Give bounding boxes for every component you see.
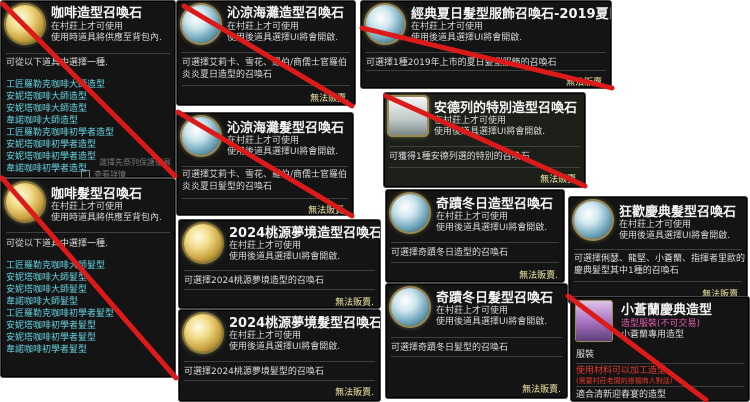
tooltip-carnival-hair-stone: 狂歡慶典髮型召喚石 在村莊上才可使用 使用後道具選擇UI將會開啟. 可選擇俐瑟、…	[568, 196, 748, 304]
usage-note: 使用時道具將供應至背包內.	[51, 33, 162, 43]
equip-slot: 服裝	[576, 350, 595, 360]
view-details-checkbox[interactable]	[81, 170, 90, 177]
list-item: 工匠羅勒克咖啡大師髮型	[6, 261, 106, 271]
item-description: 可從以下道具中選擇一種.	[6, 58, 108, 68]
view-details-label: 查看詳情	[94, 170, 126, 178]
usage-note: 使用後道具選擇UI將會開啟.	[229, 342, 341, 352]
summon-stone-icon	[366, 5, 404, 43]
tooltip-coffee-hair-stone: 咖啡髮型召喚石 在村莊上才可使用 使用時道具將供應至背包內. 可從以下道具中選擇…	[0, 178, 176, 378]
tooltip-freesia-festival-outfit: 小蒼蘭慶典造型 造型服裝(不可交易) 小蒼蘭專用造型 服裝 使用材料可以加工造型…	[570, 296, 750, 402]
list-item: 安妮塔咖啡初學者髮型	[6, 321, 97, 331]
item-description: 可獲得1種安德列選的特別的召喚石	[389, 152, 530, 162]
list-item: 安妮塔咖啡初學者造型	[6, 140, 97, 150]
selectable-item-list: 工匠羅勒克咖啡大師髮型 安妮塔咖啡大師髮型 安妮塔咖啡大師髮型 韋諾咖啡大師髮型…	[6, 260, 114, 356]
no-sale-label: 無法販賣.	[335, 388, 374, 398]
summon-stone-icon	[391, 194, 429, 232]
usage-note: 使用後道具選擇UI將會開啟.	[436, 317, 548, 327]
no-sale-label: 無法販賣.	[310, 94, 349, 104]
list-item: 韋諾咖啡大師造型	[6, 116, 79, 126]
list-item: 安妮塔咖啡初學者造型	[6, 152, 97, 162]
tooltip-classic-summer-2019-stone: 經典夏日髮型服飾召喚石-2019夏日 在村莊上才可使用 使用後道具選擇UI將會開…	[360, 0, 612, 89]
tooltip-summer-beach-outfit-stone: 沁涼海灘造型召喚石 在村莊上才可使用 使用後道具選擇UI將會開啟. 可選擇艾莉卡…	[176, 0, 356, 106]
no-sale-label: 無法販賣.	[522, 385, 561, 395]
item-description: 適合清新迎春宴的造型	[576, 390, 667, 400]
list-item: 安妮塔咖啡大師造型	[6, 92, 88, 102]
list-item: 工匠羅勒克咖啡初學者造型	[6, 128, 115, 138]
processing-note: 使用材料可以加工造型 (需要村莊老闆的搭檔商人對話)	[576, 366, 673, 385]
summon-stone-icon	[574, 201, 612, 239]
tooltip-2024-peach-dream-hair-stone: 2024桃源夢境髮型召喚石 在村莊上才可使用 使用後道具選擇UI將會開啟. 可選…	[178, 309, 381, 402]
list-item: 韋諾咖啡初學者髮型	[6, 345, 88, 355]
tooltip-andre-special-outfit-stone: 安德列的特別造型召喚石 在村莊上才可使用 使用後道具選擇UI將會開啟. 可獲得1…	[383, 92, 586, 188]
no-sale-label: 無法販賣.	[566, 78, 605, 88]
no-sale-label: 無法販賣.	[540, 175, 579, 185]
item-description: 可選擇俐瑟、龍堅、小蒼蘭、指揮者里歐的 慶典髮型其中1種的召喚石	[574, 254, 746, 276]
no-sale-label: 無法販賣.	[308, 206, 347, 216]
usage-note: 使用後道具選擇UI將會開啟.	[619, 231, 731, 241]
item-description: 可選擇奇蹟冬日髮型的召喚石	[391, 343, 509, 353]
tooltip-miracle-winter-outfit-stone: 奇蹟冬日造型召喚石 在村莊上才可使用 使用後道具選擇UI將會開啟. 可選擇奇蹟冬…	[385, 189, 565, 283]
tooltip-coffee-outfit-stone: 咖啡造型召喚石 在村莊上才可使用 使用時道具將供應至背包內. 可從以下道具中選擇…	[0, 0, 176, 178]
item-description: 可選擇2024桃源夢境造型的召喚石	[184, 276, 324, 286]
item-description: 可選擇2024桃源夢境髮型的召喚石	[184, 367, 324, 377]
summon-stone-gold-icon	[184, 314, 222, 352]
tooltip-summer-beach-hair-stone: 沁涼海灘髮型召喚石 在村莊上才可使用 使用後道具選擇UI將會開啟. 可選擇艾莉卡…	[176, 112, 354, 216]
usage-note: 使用後道具選擇UI將會開啟.	[434, 127, 546, 137]
summon-stone-gold-icon	[6, 183, 44, 221]
summon-stone-gold-icon	[6, 5, 44, 43]
usage-note: 使用後道具選擇UI將會開啟.	[411, 33, 523, 43]
selectable-item-list: 工匠羅勒克咖啡大師造型 安妮塔咖啡大師造型 安妮塔咖啡大師造型 韋諾咖啡大師造型…	[6, 79, 114, 175]
usage-note: 使用後道具選擇UI將會開啟.	[229, 252, 341, 262]
no-sale-label: 無法販賣.	[519, 271, 558, 281]
summon-stone-icon	[182, 5, 220, 43]
list-item: 安妮塔咖啡大師髮型	[6, 285, 88, 295]
tooltip-miracle-winter-hair-stone: 奇蹟冬日髮型召喚石 在村莊上才可使用 使用後道具選擇UI將會開啟. 可選擇奇蹟冬…	[385, 283, 568, 399]
item-description: 可選擇奇蹟冬日造型的召喚石	[391, 248, 509, 258]
usage-note: 使用後道具選擇UI將會開啟.	[227, 147, 339, 157]
summon-stone-gold-icon	[184, 224, 222, 262]
costume-icon	[576, 301, 612, 341]
no-sale-label: 無法販賣.	[335, 298, 374, 308]
usage-note: 使用時道具將供應至背包內.	[51, 213, 162, 223]
usage-note: 使用後道具選擇UI將會開啟.	[436, 223, 548, 233]
tooltip-2024-peach-dream-outfit-stone: 2024桃源夢境造型召喚石 在村莊上才可使用 使用後道具選擇UI將會開啟. 可選…	[178, 219, 381, 309]
list-item: 安妮塔咖啡大師髮型	[6, 273, 88, 283]
list-item: 工匠羅勒克咖啡大師造型	[6, 80, 106, 90]
list-item: 工匠羅勒克咖啡初學者髮型	[6, 309, 115, 319]
summon-stone-icon	[182, 117, 220, 155]
item-description: 可從以下道具中選擇一種.	[6, 239, 108, 249]
item-description: 可選擇1種2019年上市的夏日髮型服飾的召喚石	[366, 58, 557, 68]
item-description: 可選擇艾莉卡、雪花、羅伯/商儒士官羅伯 炎炎夏日髮型的召喚石	[182, 170, 348, 192]
protect-item-option[interactable]: 選擇先祭列保護道具	[99, 157, 171, 168]
list-item: 安妮塔咖啡大師造型	[6, 104, 88, 114]
list-item: 安妮塔咖啡初學者髮型	[6, 333, 97, 343]
list-item: 韋諾咖啡大師髮型	[6, 297, 79, 307]
summon-stone-icon	[391, 288, 429, 326]
item-sub: 小蒼蘭專用造型	[621, 330, 685, 340]
item-description: 可選擇艾莉卡、雪花、羅伯/商儒士官羅伯 炎炎夏日造型的召喚石	[182, 58, 348, 80]
outfit-box-icon	[389, 97, 427, 135]
usage-note: 使用後道具選擇UI將會開啟.	[227, 33, 339, 43]
